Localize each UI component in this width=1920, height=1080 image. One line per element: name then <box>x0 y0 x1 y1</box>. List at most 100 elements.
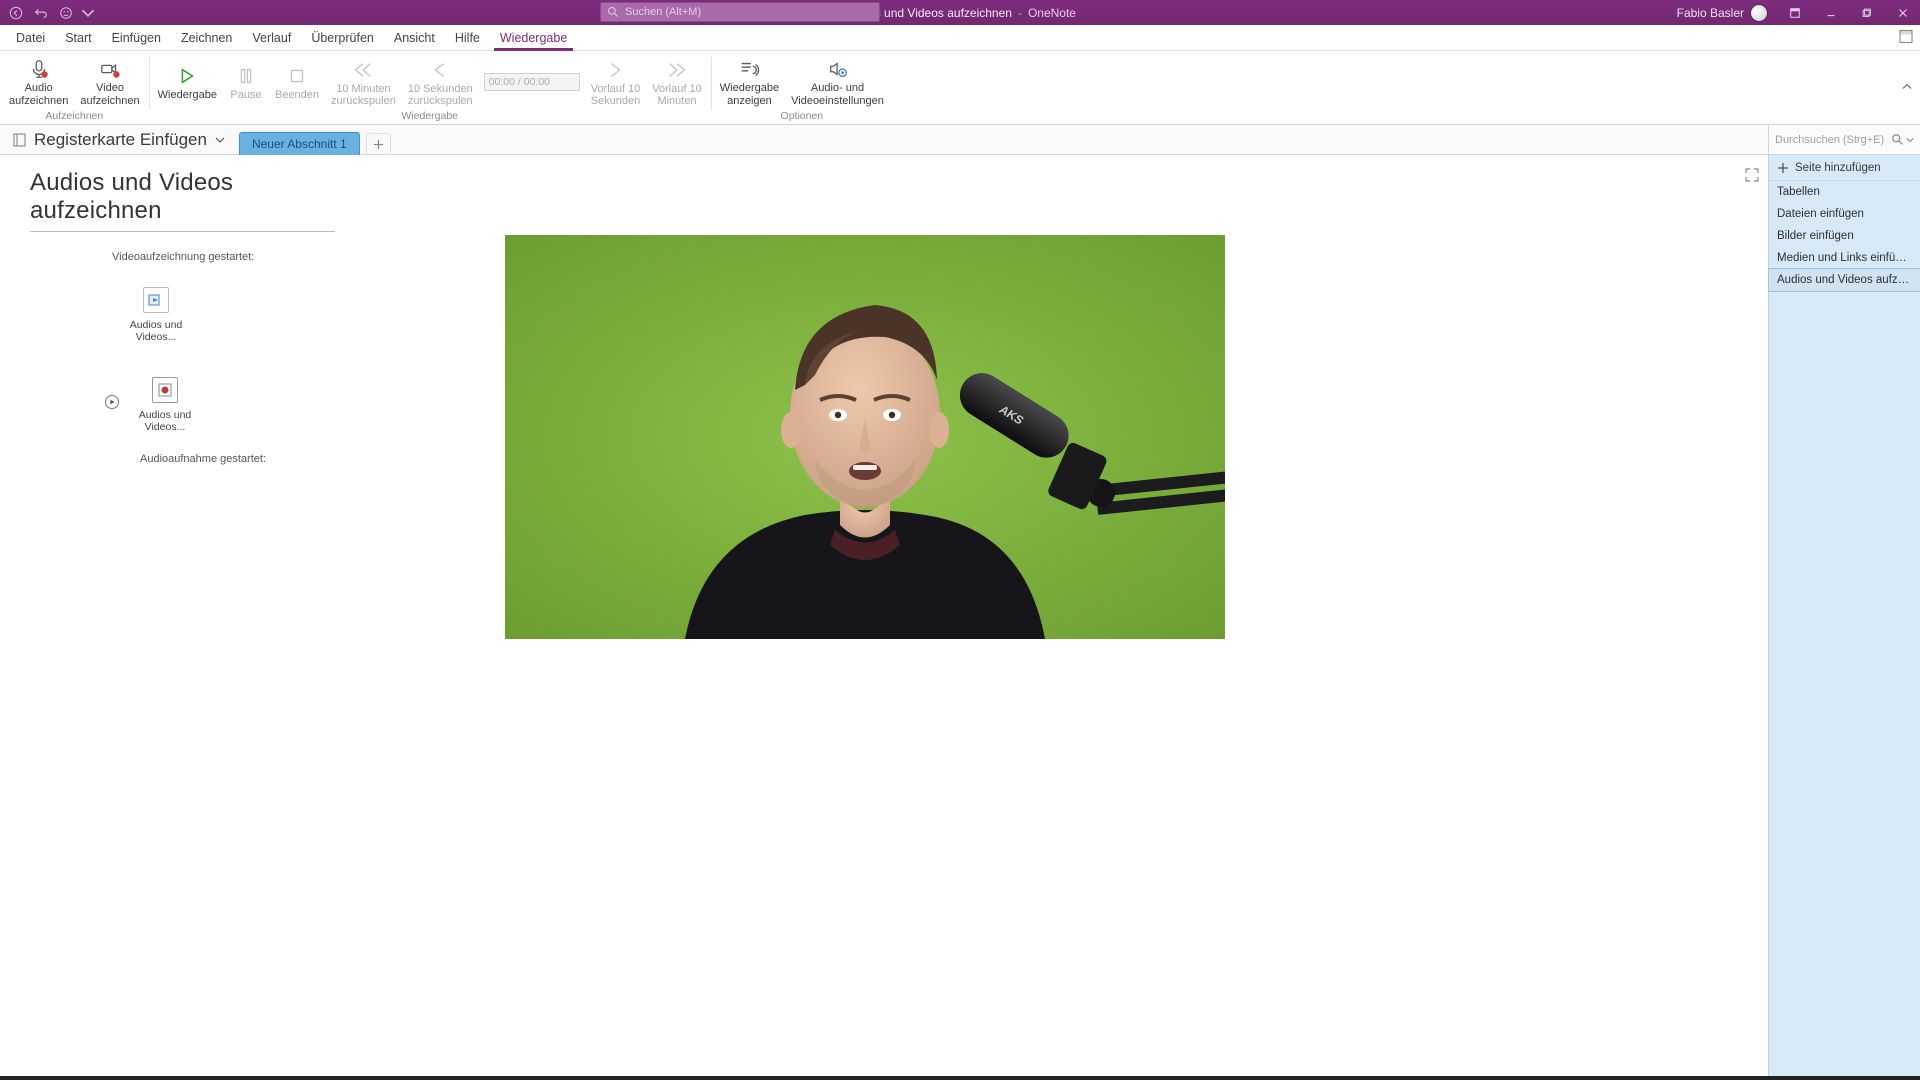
page-item-bilder[interactable]: Bilder einfügen <box>1769 225 1920 247</box>
forward-10s-button[interactable]: Vorlauf 10 Sekunden <box>586 55 646 110</box>
rewind-10s-button[interactable]: 10 Sekunden zurückspulen <box>403 55 478 110</box>
minimize-icon <box>1825 7 1837 19</box>
account-button[interactable]: Fabio Basler <box>1669 4 1776 22</box>
tab-hilfe[interactable]: Hilfe <box>445 27 490 50</box>
ribbon-display-options-button[interactable] <box>1778 0 1812 25</box>
avatar-icon <box>1750 4 1768 22</box>
rewind-10m-button[interactable]: 10 Minuten zurückspulen <box>326 55 401 110</box>
forward-10m-button[interactable]: Vorlauf 10 Minuten <box>647 55 707 110</box>
page-canvas[interactable]: Audios und Videos aufzeichnen Videoaufze… <box>0 155 1768 1076</box>
page-item-audios-videos[interactable]: Audios und Videos aufzeichnen <box>1768 268 1920 292</box>
stop-button[interactable]: Beenden <box>270 61 324 104</box>
search-icon <box>1891 133 1904 146</box>
page-title: Audios und Videos aufzeichnen <box>30 169 335 225</box>
play-icon <box>176 65 198 87</box>
forward-10m-label: Vorlauf 10 Minuten <box>652 83 702 108</box>
av-settings-button[interactable]: Audio- und Videoeinstellungen <box>786 54 889 109</box>
pause-icon <box>235 65 257 87</box>
page-list-panel: Seite hinzufügen Tabellen Dateien einfüg… <box>1768 155 1920 1076</box>
embedded-audio-file[interactable]: Audios und Videos... <box>136 377 194 433</box>
add-page-button[interactable]: Seite hinzufügen <box>1769 155 1920 181</box>
tab-wiedergabe[interactable]: Wiedergabe <box>490 27 577 50</box>
tell-me-search[interactable]: Suchen (Alt+M) <box>600 2 880 22</box>
tab-start[interactable]: Start <box>55 27 101 50</box>
video-preview-image: AKS <box>505 235 1225 639</box>
undo-icon <box>34 6 48 20</box>
plus-icon <box>1777 162 1789 174</box>
video-file-icon <box>143 287 169 313</box>
section-tab[interactable]: Neuer Abschnitt 1 <box>239 132 360 156</box>
user-name: Fabio Basler <box>1677 6 1744 20</box>
pause-button[interactable]: Pause <box>224 61 268 104</box>
undo-button[interactable] <box>31 3 51 23</box>
play-button[interactable]: Wiedergabe <box>153 61 222 104</box>
note-text-audio-started: Audioaufnahme gestartet: <box>140 453 266 465</box>
embedded-video-label: Audios und Videos... <box>127 319 185 343</box>
audio-file-icon <box>152 377 178 403</box>
notebook-name: Registerkarte Einfügen <box>34 130 207 150</box>
playback-timecode: 00:00 / 00:00 <box>484 73 580 91</box>
expand-icon <box>1744 167 1760 183</box>
chevron-down-icon <box>215 135 225 145</box>
tab-einfuegen[interactable]: Einfügen <box>102 27 171 50</box>
ribbon-group-optionen: Wiedergabe anzeigen Audio- und Videoeins… <box>711 51 893 124</box>
microphone-icon <box>28 58 50 80</box>
forward-double-icon <box>666 59 688 81</box>
page-item-medien-links[interactable]: Medien und Links einfügen <box>1769 247 1920 269</box>
page-item-dateien[interactable]: Dateien einfügen <box>1769 203 1920 225</box>
note-text-video-started: Videoaufzeichnung gestartet: <box>112 251 254 263</box>
qat-customize-button[interactable] <box>81 3 95 23</box>
audio-record-button[interactable]: Audio aufzeichnen <box>4 54 73 109</box>
chevron-down-icon <box>1906 136 1914 144</box>
tab-zeichnen[interactable]: Zeichnen <box>171 27 242 50</box>
share-button[interactable] <box>1898 28 1914 47</box>
notebook-picker[interactable]: Registerkarte Einfügen <box>6 130 231 150</box>
tab-verlauf[interactable]: Verlauf <box>242 27 301 50</box>
full-page-view-button[interactable] <box>1744 167 1760 183</box>
pause-label: Pause <box>230 89 261 102</box>
page-title-container[interactable]: Audios und Videos aufzeichnen <box>30 169 335 232</box>
taskbar-edge <box>0 1076 1920 1080</box>
touch-mode-button[interactable] <box>56 3 76 23</box>
app-name: OneNote <box>1028 6 1076 20</box>
close-button[interactable] <box>1886 0 1920 25</box>
notebook-icon <box>12 132 28 148</box>
page-item-tabellen[interactable]: Tabellen <box>1769 181 1920 203</box>
video-record-label: Video aufzeichnen <box>80 82 139 107</box>
camcorder-icon <box>99 58 121 80</box>
video-preview[interactable]: AKS <box>505 235 1225 639</box>
ribbon-group-wiedergabe: Wiedergabe Pause Beenden 10 Minuten zurü… <box>149 51 711 124</box>
rewind-10m-label: 10 Minuten zurückspulen <box>331 83 396 108</box>
ribbon: Audio aufzeichnen Video aufzeichnen Aufz… <box>0 51 1920 125</box>
notebook-bar: Registerkarte Einfügen Neuer Abschnitt 1… <box>0 125 1920 155</box>
speaker-gear-icon <box>827 58 849 80</box>
forward-10s-label: Vorlauf 10 Sekunden <box>591 83 641 108</box>
audio-record-label: Audio aufzeichnen <box>9 82 68 107</box>
embedded-video-file[interactable]: Audios und Videos... <box>127 287 185 343</box>
ribbon-group-aufzeichnen: Audio aufzeichnen Video aufzeichnen Aufz… <box>0 51 149 124</box>
add-section-button[interactable] <box>366 133 391 155</box>
collapse-ribbon-button[interactable] <box>1900 79 1914 96</box>
tab-datei[interactable]: Datei <box>6 27 55 50</box>
see-playback-button[interactable]: Wiedergabe anzeigen <box>715 54 784 109</box>
play-label: Wiedergabe <box>158 89 217 102</box>
video-record-button[interactable]: Video aufzeichnen <box>75 54 144 109</box>
plus-icon <box>373 139 384 150</box>
box-icon <box>1789 7 1801 19</box>
see-playback-label: Wiedergabe anzeigen <box>720 82 779 107</box>
audio-play-marker[interactable] <box>105 395 119 409</box>
tab-ansicht[interactable]: Ansicht <box>384 27 445 50</box>
tab-ueberpruefen[interactable]: Überprüfen <box>301 27 384 50</box>
title-separator: - <box>1018 6 1022 20</box>
close-icon <box>1897 7 1909 19</box>
restore-button[interactable] <box>1850 0 1884 25</box>
stop-icon <box>286 65 308 87</box>
page-search-box[interactable]: Durchsuchen (Strg+E) <box>1768 125 1920 154</box>
embedded-audio-label: Audios und Videos... <box>136 409 194 433</box>
section-tab-label: Neuer Abschnitt 1 <box>252 137 347 151</box>
back-button[interactable] <box>6 3 26 23</box>
minimize-button[interactable] <box>1814 0 1848 25</box>
group-label-optionen: Optionen <box>781 110 824 123</box>
group-label-aufzeichnen: Aufzeichnen <box>45 110 103 123</box>
restore-icon <box>1861 7 1873 19</box>
